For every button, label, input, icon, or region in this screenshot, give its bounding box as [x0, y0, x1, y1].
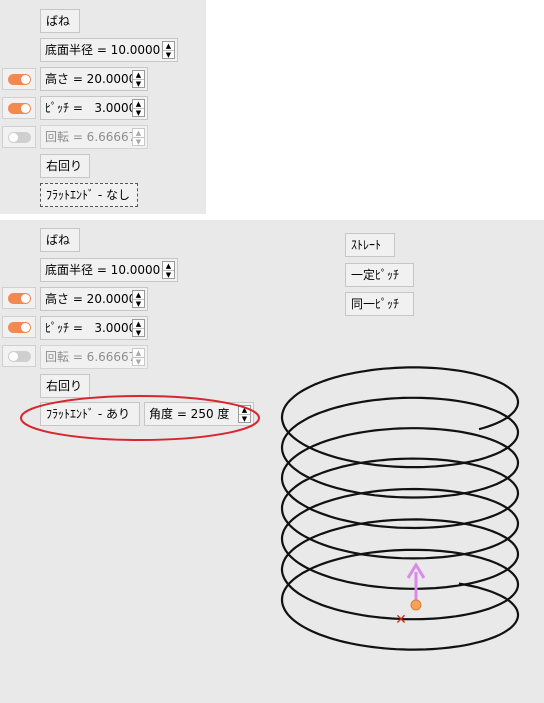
spring-helix — [280, 366, 520, 651]
highlight-ellipse — [20, 395, 260, 441]
base-point-marker — [410, 599, 422, 611]
spring-viewport: ✕ — [20, 366, 520, 651]
origin-x-icon: ✕ — [395, 612, 407, 628]
